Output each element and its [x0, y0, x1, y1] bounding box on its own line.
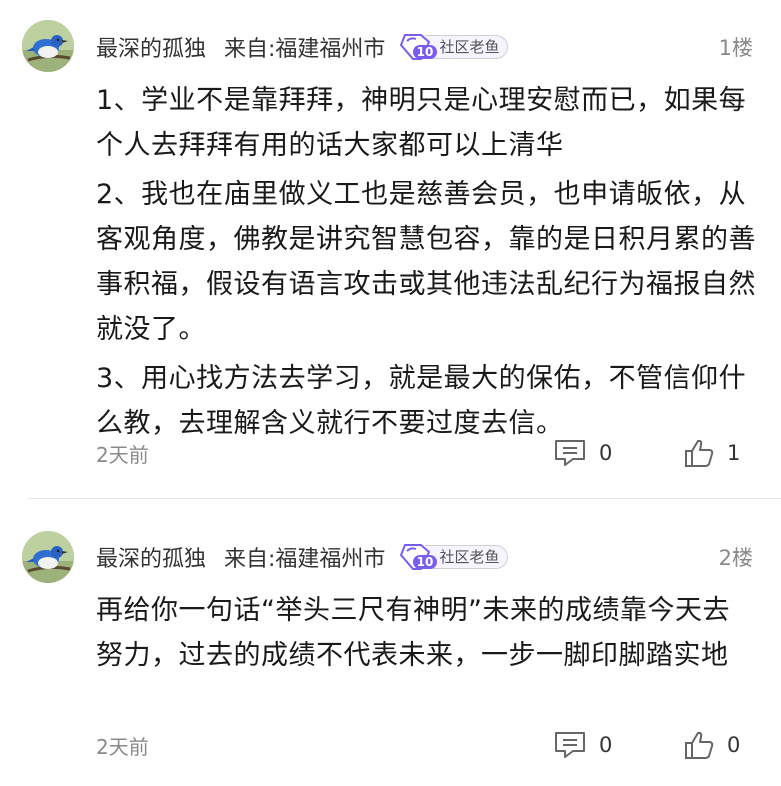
- floor-number: 2楼: [718, 546, 753, 570]
- user-badge[interactable]: 10 社区老鱼: [399, 544, 509, 570]
- floor-number: 1楼: [718, 36, 753, 60]
- like-count: 0: [727, 733, 741, 757]
- comment-header: 最深的孤独 来自:福建福州市 10 社区老鱼 2楼: [96, 540, 753, 574]
- reply-button[interactable]: 0: [553, 438, 613, 468]
- level-10-badge-icon: 10: [400, 544, 438, 570]
- comment-footer: 2天前 0 1: [96, 436, 741, 470]
- reply-count: 0: [599, 733, 613, 757]
- timestamp: 2天前: [96, 442, 149, 467]
- comment-divider: [28, 498, 781, 499]
- avatar[interactable]: [22, 20, 74, 72]
- svg-text:10: 10: [417, 45, 434, 59]
- thumbs-up-icon: [685, 439, 714, 467]
- bluebird-avatar-icon: [22, 531, 74, 583]
- comment-icon: [555, 440, 585, 466]
- username[interactable]: 最深的孤独: [96, 541, 206, 573]
- comment-text: 再给你一句话“举头三尺有神明”未来的成绩靠今天去努力，过去的成绩不代表未来，一步…: [96, 588, 757, 678]
- comment-item: 最深的孤独 来自:福建福州市 10 社区老鱼 1楼 1、学业不是靠拜拜，神明只是…: [0, 0, 781, 498]
- svg-text:10: 10: [417, 555, 434, 569]
- user-badge[interactable]: 10 社区老鱼: [399, 34, 509, 60]
- location-label: 来自:福建福州市: [224, 37, 386, 62]
- bluebird-avatar-icon: [22, 20, 74, 72]
- comment-paragraph: 再给你一句话“举头三尺有神明”未来的成绩靠今天去努力，过去的成绩不代表未来，一步…: [96, 595, 730, 671]
- comment-header: 最深的孤独 来自:福建福州市 10 社区老鱼 1楼: [96, 30, 753, 64]
- like-button[interactable]: 0: [683, 729, 741, 761]
- comment-footer: 2天前 0 0: [96, 728, 741, 762]
- comment-paragraph: 1、学业不是靠拜拜，神明只是心理安慰而已，如果每个人去拜拜有用的话大家都可以上清…: [96, 85, 747, 161]
- comment-paragraph: 2、我也在庙里做义工也是慈善会员，也申请皈依，从客观角度，佛教是讲究智慧包容，靠…: [96, 179, 756, 345]
- comment-item: 最深的孤独 来自:福建福州市 10 社区老鱼 2楼 再给你一句话“举头三尺有神明…: [0, 500, 781, 786]
- comment-icon: [555, 732, 585, 758]
- comment-paragraph: 3、用心找方法去学习，就是最大的保佑，不管信仰什么教，去理解含义就行不要过度去信…: [96, 363, 747, 439]
- avatar[interactable]: [22, 531, 74, 583]
- like-button[interactable]: 1: [683, 437, 741, 469]
- level-10-badge-icon: 10: [400, 34, 438, 60]
- location-label: 来自:福建福州市: [224, 547, 386, 572]
- reply-button[interactable]: 0: [553, 730, 613, 760]
- like-count: 1: [727, 441, 741, 465]
- thumbs-up-icon: [685, 731, 714, 759]
- timestamp: 2天前: [96, 734, 149, 759]
- reply-count: 0: [599, 441, 613, 465]
- username[interactable]: 最深的孤独: [96, 31, 206, 63]
- comment-text: 1、学业不是靠拜拜，神明只是心理安慰而已，如果每个人去拜拜有用的话大家都可以上清…: [96, 78, 757, 446]
